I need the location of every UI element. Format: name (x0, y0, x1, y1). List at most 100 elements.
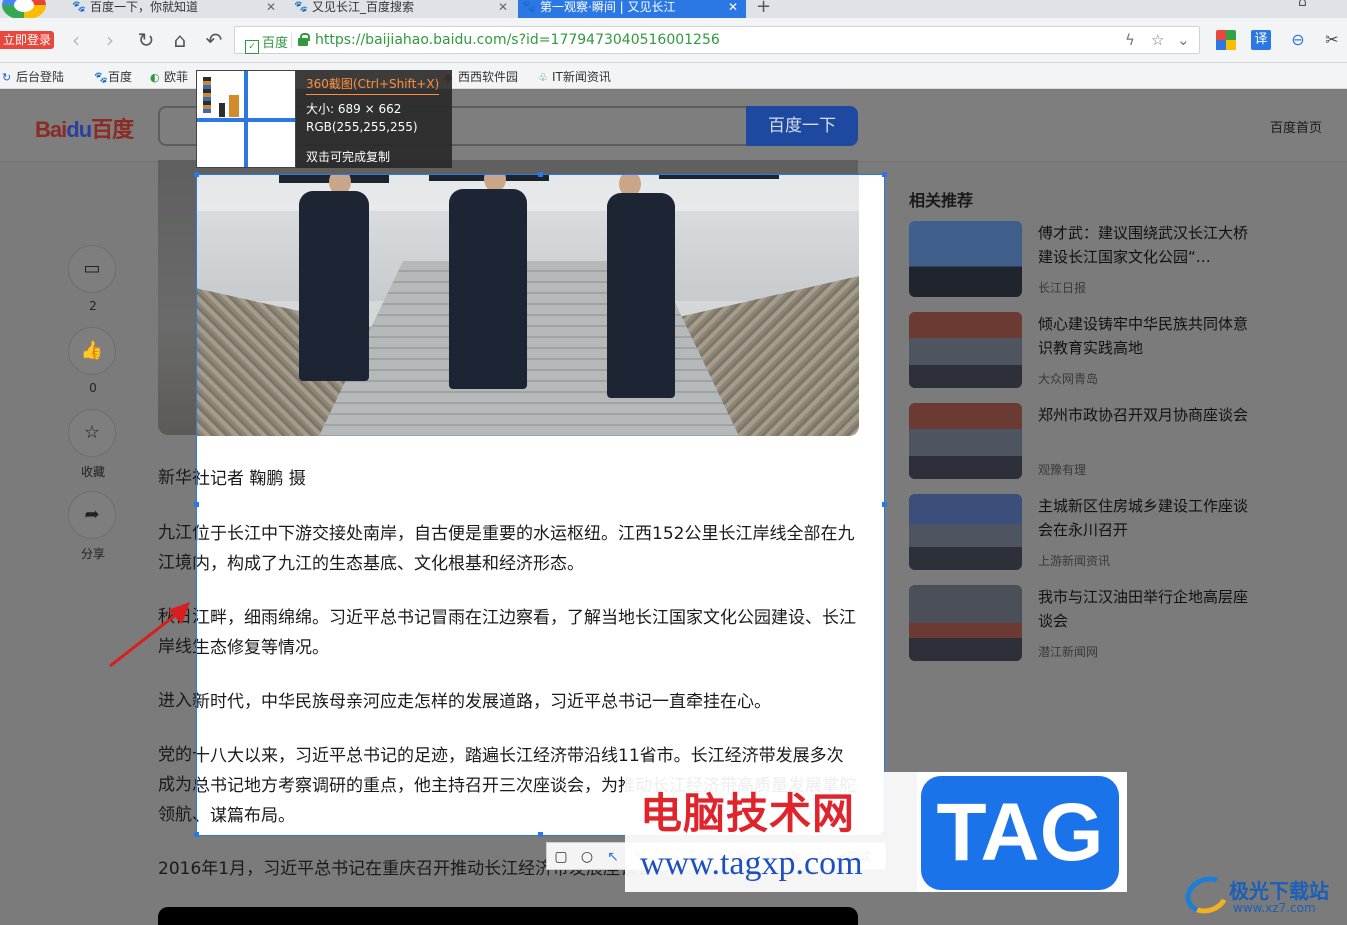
lock-icon (298, 33, 310, 46)
recommend-item[interactable]: 我市与江汉油田举行企地高层座谈会 潜江新闻网 (909, 585, 1249, 665)
back-icon[interactable]: ‹ (64, 28, 88, 52)
umbrella (659, 175, 779, 179)
window-menu-icon[interactable]: ⌂ (1298, 0, 1307, 10)
bookmark-baidu[interactable]: 🐾百度 (94, 68, 132, 85)
recommend-source: 潜江新闻网 (1038, 645, 1099, 659)
photo-caption: 新华社记者 鞠鹏 摄 (196, 469, 306, 489)
resize-handle[interactable] (538, 172, 543, 177)
capture-title: 360截图(Ctrl+Shift+X) (306, 75, 440, 95)
tab-label: 百度一下，你就知道 (90, 0, 199, 14)
capture-selection[interactable]: 新华社记者 鞠鹏 摄 九江位于长江中下游交接处南岸，自古便是重要的水运枢纽。江西… (196, 174, 885, 836)
person (449, 189, 527, 389)
resize-handle[interactable] (194, 172, 199, 177)
ofei-icon: ◐ (150, 71, 160, 84)
tab-search[interactable]: 🐾 又见长江_百度搜索 ✕ (290, 0, 516, 18)
resize-handle[interactable] (194, 502, 199, 507)
recommend-item[interactable]: 倾心建设铸牢中华民族共同体意识教育实践高地 大众网青岛 (909, 312, 1249, 392)
like-button[interactable]: 👍 0 (68, 327, 118, 409)
thumbnail (909, 221, 1022, 297)
forward-icon[interactable]: › (98, 28, 122, 52)
comment-icon: ▭ (68, 245, 116, 293)
resize-handle[interactable] (538, 832, 543, 837)
tab-baidu-home[interactable]: 🐾 百度一下，你就知道 ✕ (68, 0, 284, 18)
shield-icon: ✓ (245, 40, 259, 54)
recommend-item[interactable]: 主城新区住房城乡建设工作座谈会在永川召开 上游新闻资讯 (909, 494, 1249, 574)
rectangle-tool-icon[interactable]: ▢ (551, 847, 571, 867)
recommend-headline: 倾心建设铸牢中华民族共同体意识教育实践高地 (1038, 315, 1249, 357)
recommend-headline: 我市与江汉油田举行企地高层座谈会 (1038, 588, 1249, 630)
new-tab-icon[interactable]: + (756, 0, 771, 17)
capture-size: 大小: 689 × 662 (306, 102, 402, 116)
refresh-icon: ↻ (2, 71, 12, 84)
thumbnail (909, 585, 1022, 661)
apps-grid-icon[interactable] (1216, 30, 1236, 50)
home-icon[interactable]: ⌂ (168, 28, 192, 52)
minus-circle-icon[interactable]: ⊖ (1288, 30, 1308, 50)
recommend-source: 大众网青岛 (1038, 372, 1099, 386)
scissors-icon[interactable]: ✂ (1322, 30, 1342, 50)
recommend-headline: 郑州市政协召开双月协商座谈会 (1038, 406, 1249, 424)
flash-icon[interactable]: ϟ (1125, 31, 1135, 49)
capture-rgb: RGB(255,255,255) (306, 120, 418, 134)
recommend-source: 上游新闻资讯 (1038, 554, 1111, 568)
close-icon[interactable]: ✕ (266, 0, 276, 14)
chevron-down-icon[interactable]: ⌄ (1177, 31, 1190, 49)
thumbnail (909, 494, 1022, 570)
bookmark-admin[interactable]: ↻ 后台登陆 (2, 68, 64, 85)
browser-logo-icon[interactable] (2, 0, 46, 20)
tab-label: 第一观察·瞬间 | 又见长江 (540, 0, 676, 14)
undo-close-icon[interactable]: ↶ (202, 28, 226, 52)
jiguang-name: 极光下载站 (1229, 879, 1329, 903)
arrow-tool-icon[interactable]: ↖ (603, 847, 623, 867)
recommend-source: 观豫有理 (1038, 463, 1087, 477)
translate-icon[interactable]: 译 (1251, 30, 1271, 50)
pixel-sample (219, 103, 225, 117)
article-paragraph: 进入新时代，中华民族母亲河应走怎样的发展道路，习近平总书记一直牵挂在心。 (196, 692, 771, 712)
refresh-icon[interactable]: ↻ (134, 28, 158, 52)
url-text[interactable]: https://baijiahao.baidu.com/s?id=1779473… (315, 32, 720, 48)
bookmark-xixi[interactable]: ◆西西软件园 (444, 68, 518, 85)
share-button[interactable]: ➦ 分享 (68, 491, 118, 573)
person (299, 191, 369, 381)
it-news-icon: ♧ (538, 71, 548, 84)
close-icon[interactable]: ✕ (498, 0, 508, 14)
resize-handle[interactable] (882, 502, 887, 507)
recommend-headline: 主城新区住房城乡建设工作座谈会在永川召开 (1038, 497, 1249, 539)
baidu-paw-icon: 🐾 (94, 71, 108, 84)
baidu-paw-icon: 🐾 (72, 0, 86, 13)
baidu-logo[interactable]: Baidu百度 (35, 112, 134, 144)
thumbnail (909, 403, 1022, 479)
login-button[interactable]: 立即登录 (0, 31, 55, 49)
baidu-paw-icon: 🐾 (522, 0, 536, 13)
ellipse-tool-icon[interactable]: ○ (577, 847, 597, 867)
pixel-sample (203, 77, 211, 113)
divider (291, 33, 292, 48)
tab-bar: 🐾 百度一下，你就知道 ✕ 🐾 又见长江_百度搜索 ✕ 🐾 第一观察·瞬间 | … (0, 0, 1347, 20)
resize-handle[interactable] (882, 172, 887, 177)
recommend-item[interactable]: 傅才武：建议围绕武汉长江大桥建设长江国家文化公园“… 长江日报 (909, 221, 1249, 301)
close-icon[interactable]: ✕ (728, 0, 738, 14)
comment-button[interactable]: ▭ 2 (68, 245, 118, 327)
jiguang-url: www.xz7.com (1233, 901, 1316, 915)
address-bar[interactable]: ✓ 百度 https://baijiahao.baidu.com/s?id=177… (234, 26, 1200, 54)
pixel-sample (229, 95, 239, 117)
recommend-title: 相关推荐 (909, 191, 974, 210)
bookmark-it-news[interactable]: ♧ IT新闻资讯 (538, 68, 611, 85)
thumbnail (909, 312, 1022, 388)
video-player[interactable] (158, 907, 858, 925)
star-icon[interactable]: ☆ (1151, 31, 1164, 49)
baidu-paw-icon: 🐾 (294, 0, 308, 13)
watermark-tag-logo: TAG (921, 776, 1119, 890)
watermark-site-url: www.tagxp.com (640, 845, 863, 882)
site-badge[interactable]: ✓ 百度 (245, 32, 288, 54)
search-button[interactable]: 百度一下 (746, 106, 858, 146)
favorite-button[interactable]: ☆ 收藏 (68, 409, 118, 491)
baidu-home-link[interactable]: 百度首页 (1270, 117, 1322, 136)
crosshair (197, 118, 295, 122)
side-actions: ▭ 2 👍 0 ☆ 收藏 ➦ 分享 (68, 245, 118, 573)
bookmark-oufei[interactable]: ◐ 欧菲 (150, 68, 188, 85)
recommend-item[interactable]: 郑州市政协召开双月协商座谈会 观豫有理 (909, 403, 1249, 483)
resize-handle[interactable] (194, 832, 199, 837)
article-photo (197, 175, 859, 436)
tab-article[interactable]: 🐾 第一观察·瞬间 | 又见长江 ✕ (518, 0, 746, 18)
